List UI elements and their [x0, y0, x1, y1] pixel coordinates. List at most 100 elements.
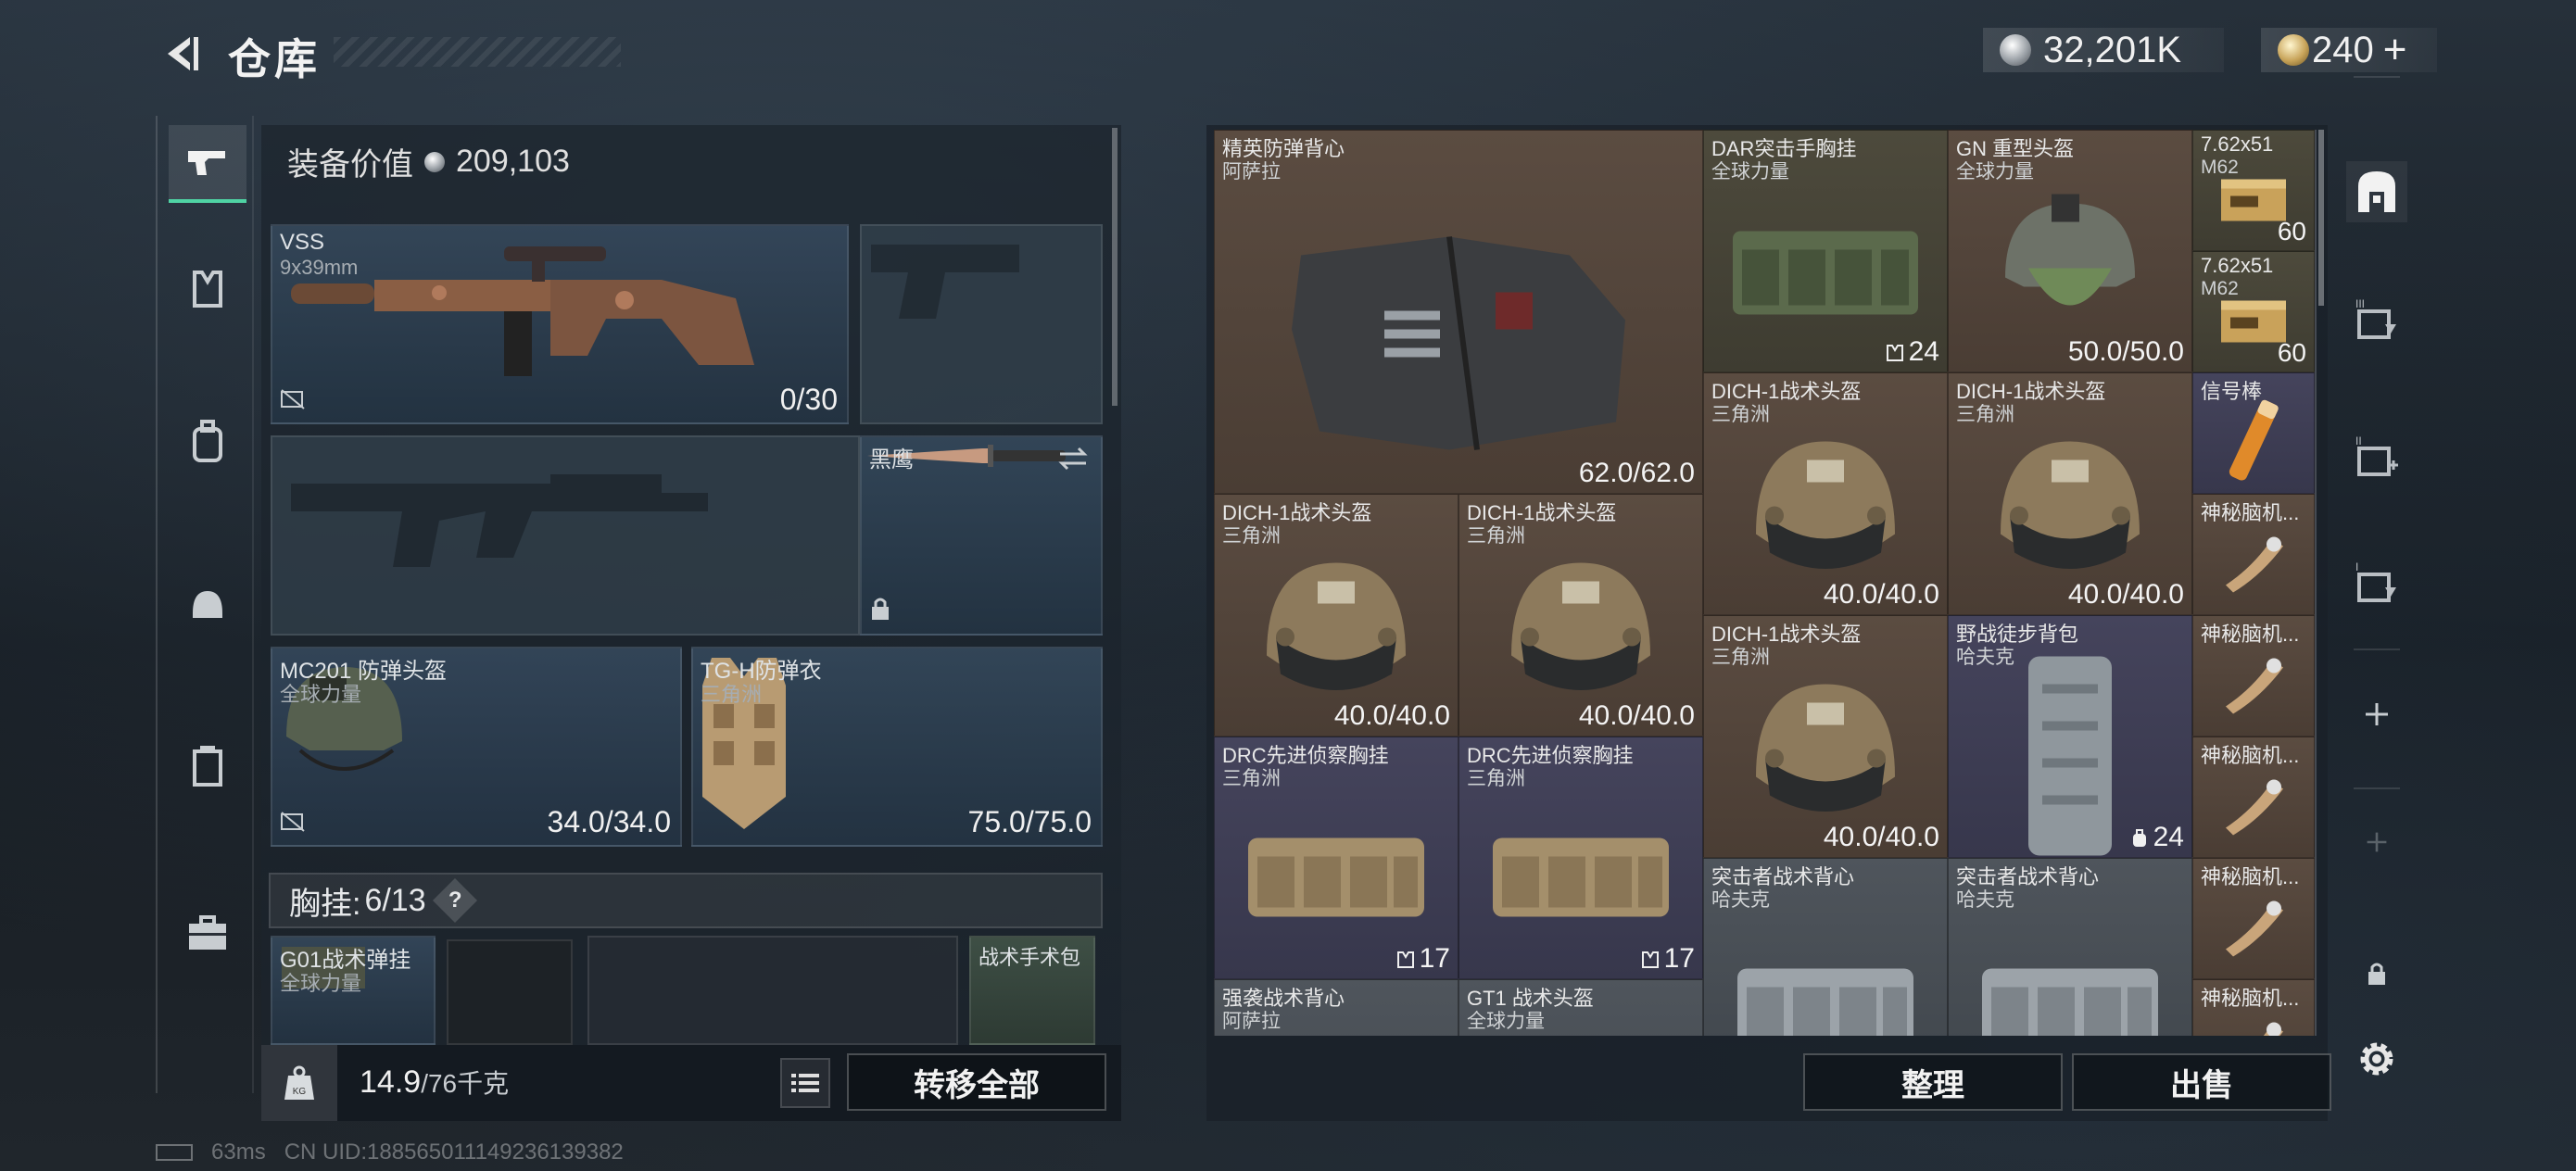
- helmet-slot[interactable]: MC201 防弹头盔 全球力量 34.0/34.0: [271, 647, 682, 847]
- rifle-placeholder-icon: [291, 474, 708, 567]
- rig-pocket-2[interactable]: [587, 936, 958, 1045]
- stash-item[interactable]: 神秘脑机...: [2192, 858, 2315, 979]
- list-view-button[interactable]: [780, 1058, 830, 1108]
- transfer-all-button[interactable]: 转移全部: [847, 1053, 1106, 1111]
- safebox-tab[interactable]: [2346, 161, 2407, 222]
- stash-item[interactable]: DRC先进侦察胸挂 三角洲 17: [1214, 737, 1458, 979]
- tab-weapon[interactable]: [169, 125, 246, 203]
- pistol-placeholder-icon: [871, 245, 1019, 319]
- status-bar: 63ms CN UID:1885650111492361393​82: [156, 1140, 624, 1165]
- stash-item[interactable]: DICH-1战术头盔 三角洲 40.0/40.0: [1948, 372, 2192, 615]
- stash-item[interactable]: 突击者战术背心 哈夫克: [1948, 858, 2192, 1036]
- stash-item[interactable]: GT1 战术头盔 全球力量: [1458, 979, 1703, 1036]
- melee-slot[interactable]: 黑鹰: [860, 435, 1103, 636]
- silver-currency[interactable]: 32,201K: [1983, 28, 2224, 72]
- stash-item[interactable]: 7.62x51 M62 60: [2192, 130, 2315, 251]
- item-faction: 阿萨拉: [1222, 161, 1281, 183]
- swap-icon[interactable]: [1056, 445, 1090, 477]
- stash-item[interactable]: 神秘脑机...: [2192, 737, 2315, 858]
- rig-capacity-bar: 胸挂: 6/13 ?: [269, 873, 1103, 928]
- rig-help-button[interactable]: ?: [432, 877, 477, 924]
- carry-weight: 14.9/76千克: [360, 1064, 509, 1101]
- item-faction: M62: [2201, 278, 2239, 299]
- stash-item[interactable]: 神秘脑机...: [2192, 615, 2315, 737]
- lock-icon: [869, 596, 891, 626]
- stash-1-icon: III: [2355, 297, 2396, 339]
- gold-currency[interactable]: 240 +: [2261, 27, 2437, 73]
- svg-text:III: III: [2355, 297, 2365, 310]
- stash-scrollbar[interactable]: [2318, 130, 2324, 306]
- category-rail: [156, 116, 254, 1093]
- stash-item[interactable]: 信号棒: [2192, 372, 2315, 494]
- item-value: 40.0/40.0: [2067, 579, 2184, 610]
- add-stash-disabled: [2346, 812, 2407, 873]
- sort-button[interactable]: 整理: [1803, 1053, 2063, 1111]
- locked-stash: [2346, 943, 2407, 1004]
- equipment-scrollbar[interactable]: [1112, 128, 1118, 406]
- silver-amount: 32,201K: [2043, 29, 2182, 70]
- item-faction: 哈夫克: [1956, 647, 2014, 668]
- tab-helmet[interactable]: [169, 565, 246, 643]
- stash-item[interactable]: 突击者战术背心 哈夫克: [1703, 858, 1948, 1036]
- stash-tab-3[interactable]: I: [2346, 552, 2407, 613]
- back-arrow-icon: [168, 37, 198, 70]
- safebox-icon: [2358, 171, 2395, 212]
- helmet-tan-icon: [1488, 544, 1673, 724]
- add-gold-button[interactable]: +: [2383, 27, 2407, 73]
- helmet-faction: 全球力量: [280, 683, 362, 706]
- stash-item[interactable]: DRC先进侦察胸挂 三角洲 17: [1458, 737, 1703, 979]
- stash-item[interactable]: GN 重型头盔 全球力量 50.0/50.0: [1948, 130, 2192, 372]
- stash-item[interactable]: 强袭战术背心 阿萨拉: [1214, 979, 1458, 1036]
- weapon-caliber: 9x39mm: [280, 256, 359, 279]
- stash-item[interactable]: 神秘脑机...: [2192, 494, 2315, 615]
- helmet-gn-icon: [1977, 184, 2163, 356]
- item-faction: 三角洲: [1467, 768, 1525, 789]
- stash-item[interactable]: DICH-1战术头盔 三角洲 40.0/40.0: [1214, 494, 1458, 737]
- stash-item[interactable]: 精英防弹背心 阿萨拉 62.0/62.0: [1214, 130, 1703, 494]
- rig-item-faction: 全球力量: [280, 972, 362, 995]
- rig-label: 胸挂:: [289, 886, 361, 922]
- stash-grid: 精英防弹背心 阿萨拉 62.0/62.0 DAR突击手胸挂 全球力量 24 GN 重型头盔全…: [1214, 130, 2317, 1036]
- secondary-weapon-slot[interactable]: [271, 435, 860, 636]
- stash-item[interactable]: 野战徒步背包 哈夫克 24: [1948, 615, 2192, 858]
- chip-icon: [2216, 529, 2291, 598]
- stash-item[interactable]: DICH-1战术头盔 三角洲 40.0/40.0: [1703, 372, 1948, 615]
- rig-green-icon: [1714, 203, 1937, 337]
- item-value: 40.0/40.0: [1823, 579, 1939, 610]
- armor-slot[interactable]: TG-H防弹衣 三角洲 75.0/75.0: [691, 647, 1103, 847]
- tab-case[interactable]: [169, 894, 246, 972]
- pistol-slot[interactable]: [860, 224, 1103, 424]
- weight-icon: KG: [261, 1045, 337, 1121]
- stash-3-icon: I: [2355, 560, 2396, 602]
- list-icon: [791, 1074, 819, 1092]
- tab-rig[interactable]: [169, 727, 246, 805]
- chip-icon: [2216, 650, 2291, 720]
- item-faction: 三角洲: [1222, 768, 1281, 789]
- settings-button[interactable]: [2346, 1028, 2407, 1089]
- pouch-slot[interactable]: 战术手术包: [969, 936, 1095, 1045]
- stash-item[interactable]: 7.62x51 M62 60: [2192, 251, 2315, 372]
- equipment-value-label: 装备价值: [287, 147, 413, 183]
- add-stash-button[interactable]: [2346, 684, 2407, 745]
- svg-text:KG: KG: [293, 1087, 307, 1097]
- backpack-icon: [2010, 647, 2130, 857]
- stash-tab-2[interactable]: II: [2346, 426, 2407, 487]
- stash-item[interactable]: DICH-1战术头盔 三角洲 40.0/40.0: [1703, 615, 1948, 858]
- stash-item[interactable]: DAR突击手胸挂 全球力量 24: [1703, 130, 1948, 372]
- plus-icon: [2367, 832, 2387, 852]
- stash-item[interactable]: DICH-1战术头盔 三角洲 40.0/40.0: [1458, 494, 1703, 737]
- stash-item[interactable]: 神秘脑机...: [2192, 979, 2315, 1036]
- primary-weapon-slot[interactable]: VSS 9x39mm 0/30: [271, 224, 849, 424]
- weapon-name: VSS: [280, 230, 325, 255]
- back-button[interactable]: [153, 28, 208, 80]
- item-faction: 哈夫克: [1711, 889, 1770, 911]
- tab-vest[interactable]: [169, 250, 246, 328]
- sell-button[interactable]: 出售: [2072, 1053, 2331, 1111]
- item-faction: 三角洲: [1711, 647, 1770, 668]
- stash-tab-1[interactable]: III: [2346, 289, 2407, 350]
- tab-backpack[interactable]: [169, 403, 246, 481]
- rig-item-slot[interactable]: G01战术弹挂 全球力量: [271, 936, 436, 1045]
- rig-pocket-1[interactable]: [447, 939, 573, 1045]
- item-value: 17: [1395, 943, 1450, 975]
- backpack-icon: [193, 420, 222, 462]
